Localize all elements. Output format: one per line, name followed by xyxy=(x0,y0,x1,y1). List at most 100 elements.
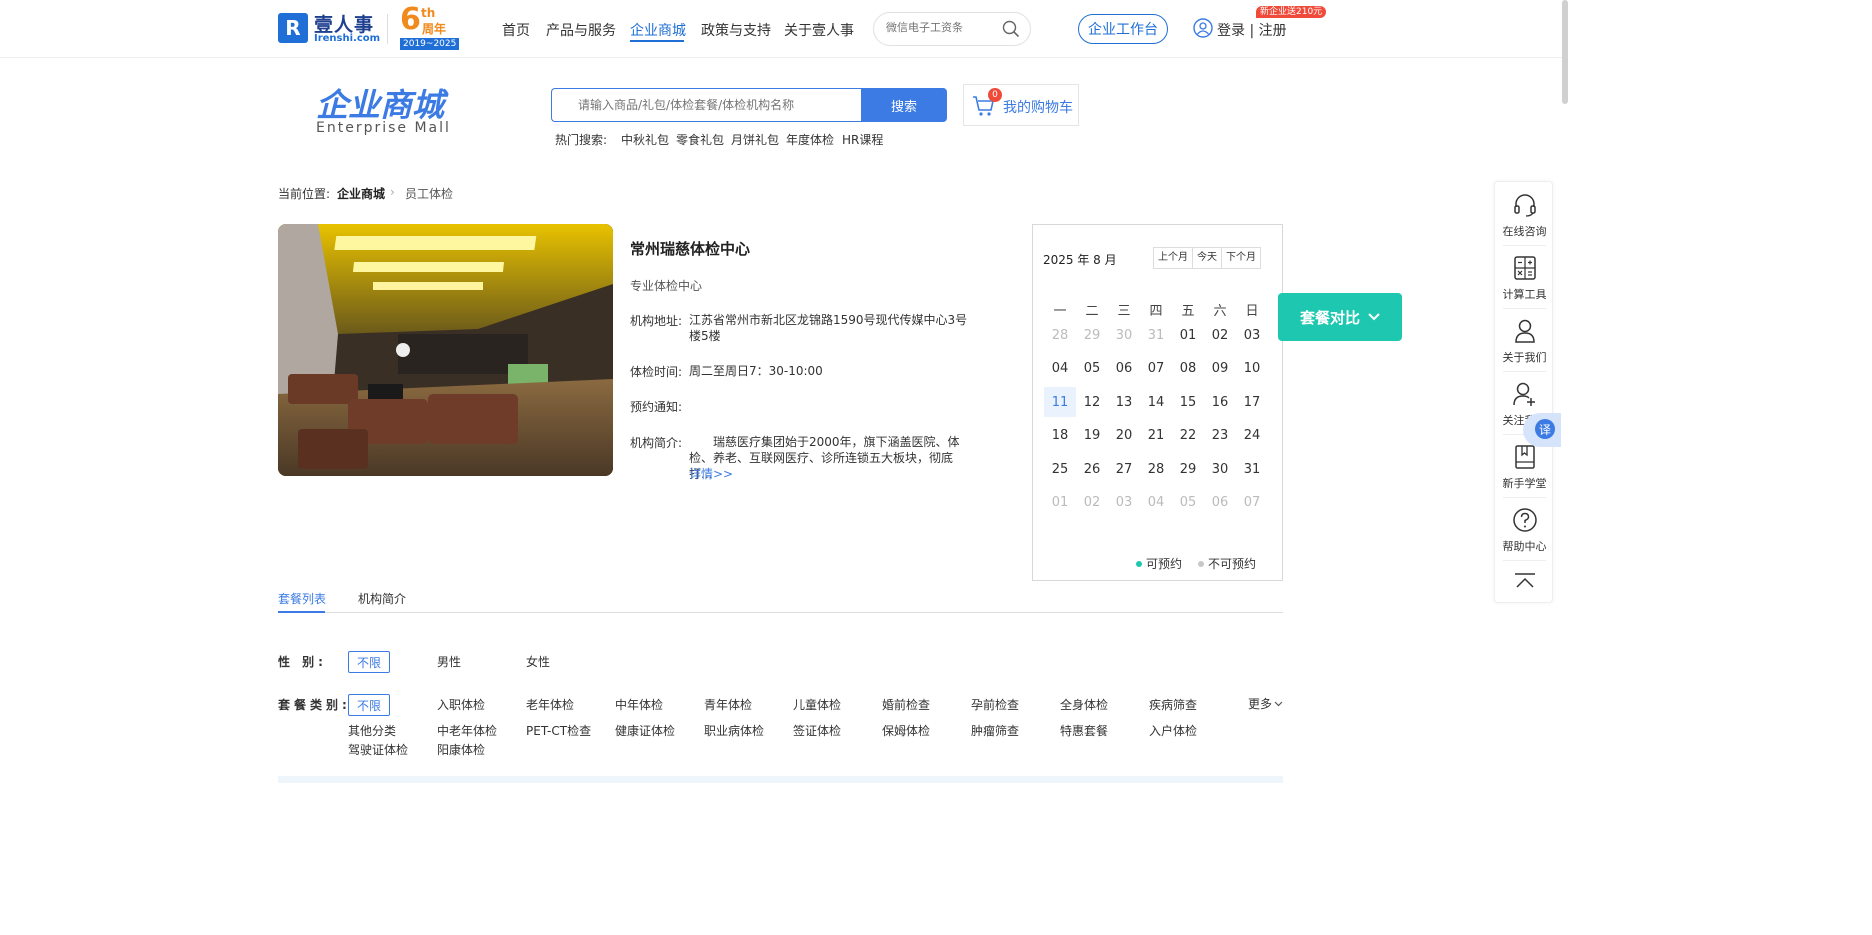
calendar-day[interactable]: 02 xyxy=(1204,320,1236,350)
calendar-day[interactable]: 10 xyxy=(1236,354,1268,384)
calendar-day[interactable]: 16 xyxy=(1204,387,1236,417)
top-search-input[interactable] xyxy=(886,21,996,34)
category-option[interactable]: 入职体检 xyxy=(437,696,485,713)
category-option[interactable]: 其他分类 xyxy=(348,722,396,739)
nav-products[interactable]: 产品与服务 xyxy=(546,20,616,40)
next-month-button[interactable]: 下个月 xyxy=(1222,248,1260,268)
calendar-day[interactable]: 30 xyxy=(1204,454,1236,484)
calendar-day[interactable]: 05 xyxy=(1172,488,1204,518)
calendar-day[interactable]: 03 xyxy=(1236,320,1268,350)
calendar-day[interactable]: 29 xyxy=(1172,454,1204,484)
gender-option-female[interactable]: 女性 xyxy=(526,653,550,670)
category-option[interactable]: 儿童体检 xyxy=(793,696,841,713)
scrollbar-thumb[interactable] xyxy=(1562,0,1568,104)
calendar-day[interactable]: 20 xyxy=(1108,421,1140,451)
calendar-day[interactable]: 31 xyxy=(1140,320,1172,350)
sidebar-item-tutorial[interactable]: 新手学堂 xyxy=(1495,444,1554,491)
category-option[interactable]: 驾驶证体检 xyxy=(348,741,408,758)
calendar-day[interactable]: 19 xyxy=(1076,421,1108,451)
calendar-day[interactable]: 11 xyxy=(1044,387,1076,418)
nav-mall[interactable]: 企业商城 xyxy=(630,20,686,40)
sidebar-item-calculator[interactable]: 计算工具 xyxy=(1495,255,1554,302)
category-option[interactable]: PET-CT检查 xyxy=(526,722,591,739)
calendar-day[interactable]: 05 xyxy=(1076,354,1108,384)
category-option-all[interactable]: 不限 xyxy=(348,694,390,716)
calendar-day[interactable]: 22 xyxy=(1172,421,1204,451)
calendar-day[interactable]: 21 xyxy=(1140,421,1172,451)
category-option[interactable]: 疾病筛查 xyxy=(1149,696,1197,713)
calendar-day[interactable]: 29 xyxy=(1076,320,1108,350)
detail-link[interactable]: 详情>> xyxy=(689,465,733,482)
calendar-day[interactable]: 25 xyxy=(1044,454,1076,484)
category-option[interactable]: 中老年体检 xyxy=(437,722,497,739)
calendar-day[interactable]: 14 xyxy=(1140,387,1172,417)
sidebar-item-help[interactable]: 帮助中心 xyxy=(1495,507,1554,554)
calendar-day[interactable]: 24 xyxy=(1236,421,1268,451)
category-option[interactable]: 婚前检查 xyxy=(882,696,930,713)
calendar-day[interactable]: 27 xyxy=(1108,454,1140,484)
calendar-day[interactable]: 06 xyxy=(1204,488,1236,518)
category-option[interactable]: 全身体检 xyxy=(1060,696,1108,713)
prev-month-button[interactable]: 上个月 xyxy=(1154,248,1193,268)
nav-policy[interactable]: 政策与支持 xyxy=(701,20,771,40)
calendar-day[interactable]: 06 xyxy=(1108,354,1140,384)
category-option[interactable]: 保姆体检 xyxy=(882,722,930,739)
calendar-day[interactable]: 01 xyxy=(1044,488,1076,518)
calendar-day[interactable]: 01 xyxy=(1172,320,1204,350)
calendar-day[interactable]: 04 xyxy=(1044,354,1076,384)
calendar-day[interactable]: 17 xyxy=(1236,387,1268,417)
search-icon[interactable] xyxy=(1002,20,1020,38)
category-option[interactable]: 老年体检 xyxy=(526,696,574,713)
category-option[interactable]: 阳康体检 xyxy=(437,741,485,758)
tab-org-intro[interactable]: 机构简介 xyxy=(358,590,406,607)
more-categories-button[interactable]: 更多 xyxy=(1248,695,1283,712)
package-compare-button[interactable]: 套餐对比 xyxy=(1278,293,1402,341)
calendar-day[interactable]: 31 xyxy=(1236,454,1268,484)
calendar-day[interactable]: 28 xyxy=(1044,320,1076,350)
cart-label[interactable]: 我的购物车 xyxy=(1003,97,1073,117)
tab-package-list[interactable]: 套餐列表 xyxy=(278,590,326,607)
mall-search-button[interactable]: 搜索 xyxy=(861,88,947,122)
breadcrumb-mall[interactable]: 企业商城 xyxy=(337,185,385,202)
calendar-day[interactable]: 26 xyxy=(1076,454,1108,484)
hot-search-item[interactable]: HR课程 xyxy=(842,131,883,148)
gender-option-male[interactable]: 男性 xyxy=(437,653,461,670)
hot-search-item[interactable]: 月饼礼包 xyxy=(731,131,779,148)
category-option[interactable]: 肿瘤筛查 xyxy=(971,722,1019,739)
category-option[interactable]: 中年体检 xyxy=(615,696,663,713)
hot-search-item[interactable]: 零食礼包 xyxy=(676,131,724,148)
calendar-day[interactable]: 30 xyxy=(1108,320,1140,350)
calendar-day[interactable]: 15 xyxy=(1172,387,1204,417)
mall-search-input[interactable] xyxy=(578,98,848,112)
category-option[interactable]: 职业病体检 xyxy=(704,722,764,739)
calendar-day[interactable]: 07 xyxy=(1236,488,1268,518)
translate-button[interactable]: 译 xyxy=(1523,413,1561,447)
category-option[interactable]: 签证体检 xyxy=(793,722,841,739)
nav-home[interactable]: 首页 xyxy=(502,20,530,40)
gender-option-all[interactable]: 不限 xyxy=(348,651,390,673)
sidebar-item-about[interactable]: 关于我们 xyxy=(1495,318,1554,365)
hot-search-item[interactable]: 中秋礼包 xyxy=(621,131,669,148)
calendar-day[interactable]: 09 xyxy=(1204,354,1236,384)
calendar-day[interactable]: 08 xyxy=(1172,354,1204,384)
sidebar-item-consult[interactable]: 在线咨询 xyxy=(1495,192,1554,239)
category-option[interactable]: 孕前检查 xyxy=(971,696,1019,713)
category-option[interactable]: 青年体检 xyxy=(704,696,752,713)
calendar-day[interactable]: 12 xyxy=(1076,387,1108,417)
category-option[interactable]: 健康证体检 xyxy=(615,722,675,739)
calendar-day[interactable]: 18 xyxy=(1044,421,1076,451)
calendar-day[interactable]: 02 xyxy=(1076,488,1108,518)
user-icon[interactable] xyxy=(1193,18,1213,38)
category-option[interactable]: 特惠套餐 xyxy=(1060,722,1108,739)
workbench-button[interactable]: 企业工作台 xyxy=(1078,14,1168,44)
category-option[interactable]: 入户体检 xyxy=(1149,722,1197,739)
calendar-day[interactable]: 13 xyxy=(1108,387,1140,417)
back-to-top-button[interactable] xyxy=(1495,572,1554,593)
calendar-day[interactable]: 07 xyxy=(1140,354,1172,384)
logo-icon[interactable]: R xyxy=(278,13,308,43)
calendar-day[interactable]: 04 xyxy=(1140,488,1172,518)
calendar-day[interactable]: 28 xyxy=(1140,454,1172,484)
calendar-day[interactable]: 03 xyxy=(1108,488,1140,518)
today-button[interactable]: 今天 xyxy=(1193,248,1222,268)
calendar-day[interactable]: 23 xyxy=(1204,421,1236,451)
